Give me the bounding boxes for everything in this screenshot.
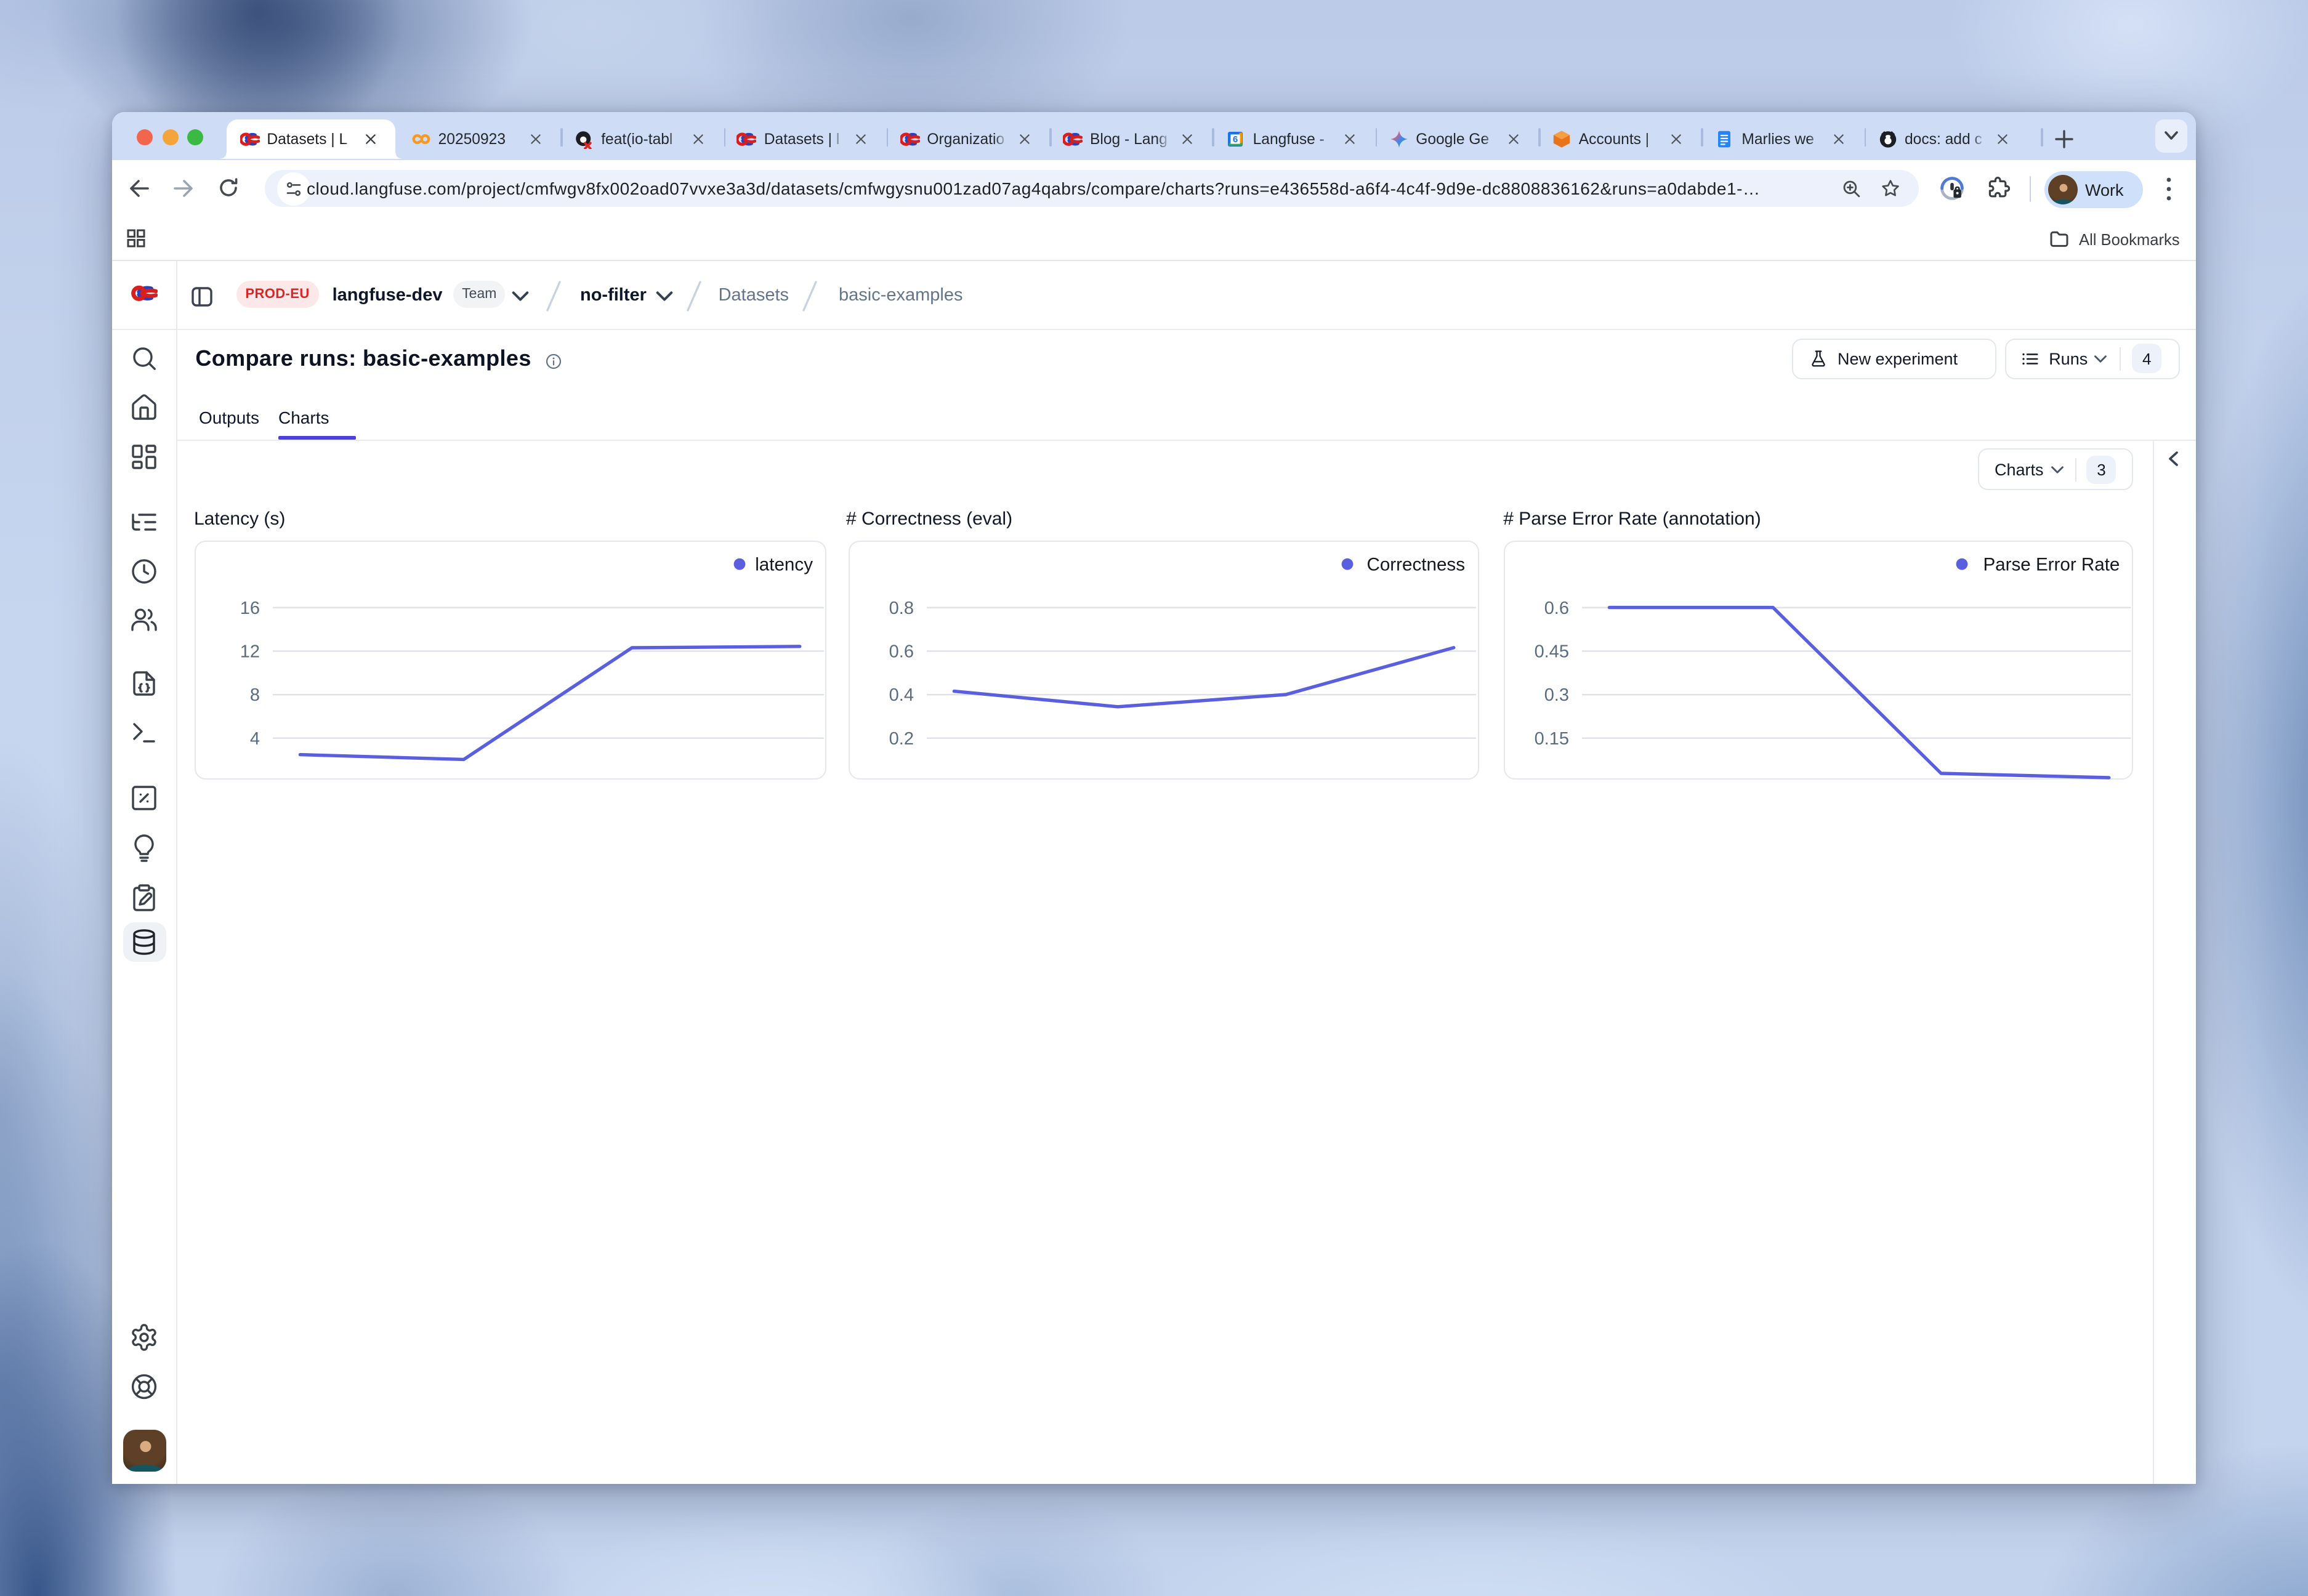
svg-text:0.45: 0.45 bbox=[1534, 642, 1568, 661]
svg-text:6: 6 bbox=[1233, 134, 1238, 144]
svg-text:4: 4 bbox=[249, 728, 259, 748]
svg-text:0.15: 0.15 bbox=[1534, 728, 1568, 748]
svg-text:0.6: 0.6 bbox=[1544, 598, 1568, 618]
svg-text:0.2: 0.2 bbox=[889, 728, 914, 748]
svg-text:12: 12 bbox=[240, 642, 259, 661]
svg-text:8: 8 bbox=[249, 685, 259, 704]
svg-text:0.3: 0.3 bbox=[1544, 685, 1568, 704]
svg-text:Parse Error Rate: Parse Error Rate bbox=[1983, 554, 2120, 574]
svg-text:0.6: 0.6 bbox=[889, 642, 914, 661]
svg-text:0.4: 0.4 bbox=[889, 685, 914, 704]
svg-text:Correctness: Correctness bbox=[1366, 554, 1465, 574]
svg-text:16: 16 bbox=[240, 598, 259, 618]
svg-text:latency: latency bbox=[754, 554, 812, 574]
svg-text:0.8: 0.8 bbox=[889, 598, 914, 618]
